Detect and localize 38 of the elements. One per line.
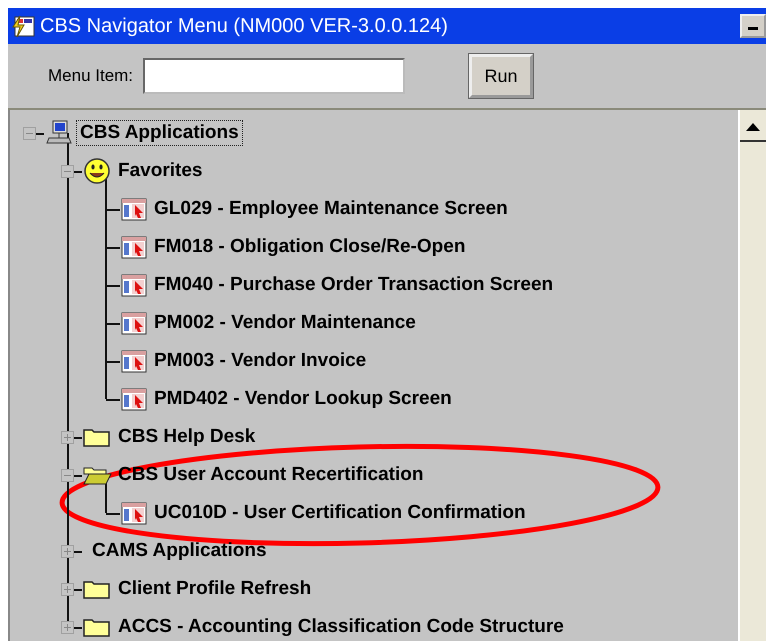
minimize-button[interactable] [740,14,766,38]
window-title: CBS Navigator Menu (NM000 VER-3.0.0.124) [40,14,449,38]
scrollbar[interactable] [738,110,766,641]
collapse-icon[interactable] [60,468,74,482]
form-icon [120,272,148,298]
up-arrow-icon [746,123,760,131]
tree-item[interactable]: FM018 - Obligation Close/Re-Open [150,234,470,260]
tree-item[interactable]: Client Profile Refresh [114,576,316,602]
smiley-icon [82,156,112,186]
form-icon [120,196,148,222]
app-icon [10,13,36,39]
tree-item[interactable]: ACCS - Accounting Classification Code Structure [114,614,568,640]
tree-item[interactable]: UC010D - User Certification Confirmation [150,500,530,526]
run-button[interactable]: Run [469,54,534,98]
tree-item[interactable]: FM040 - Purchase Order Transaction Screen [150,272,558,298]
tree-item[interactable]: GL029 - Employee Maintenance Screen [150,196,512,222]
tree-item[interactable]: PM002 - Vendor Maintenance [150,310,420,336]
form-icon [120,310,148,336]
expand-icon[interactable] [60,582,74,596]
collapse-icon[interactable] [22,126,36,140]
minimize-icon [748,27,758,31]
tree-item[interactable]: PMD402 - Vendor Lookup Screen [150,386,456,412]
menu-item-field[interactable] [143,58,406,94]
tree-item[interactable]: CBS Applications [76,120,243,146]
expand-icon[interactable] [60,544,74,558]
form-icon [120,500,148,526]
tree-item[interactable]: CBS User Account Recertification [114,462,428,488]
tree-item[interactable]: Favorites [114,158,206,184]
form-icon [120,386,148,412]
menu-item-label: Menu Item: [48,66,134,86]
expand-icon[interactable] [60,620,74,634]
form-icon [120,348,148,374]
tree-item[interactable]: CAMS Applications [88,538,271,564]
expand-icon[interactable] [60,430,74,444]
form-icon [120,234,148,260]
collapse-icon[interactable] [60,164,74,178]
tree-item[interactable]: CBS Help Desk [114,424,260,450]
tree-item[interactable]: PM003 - Vendor Invoice [150,348,370,374]
